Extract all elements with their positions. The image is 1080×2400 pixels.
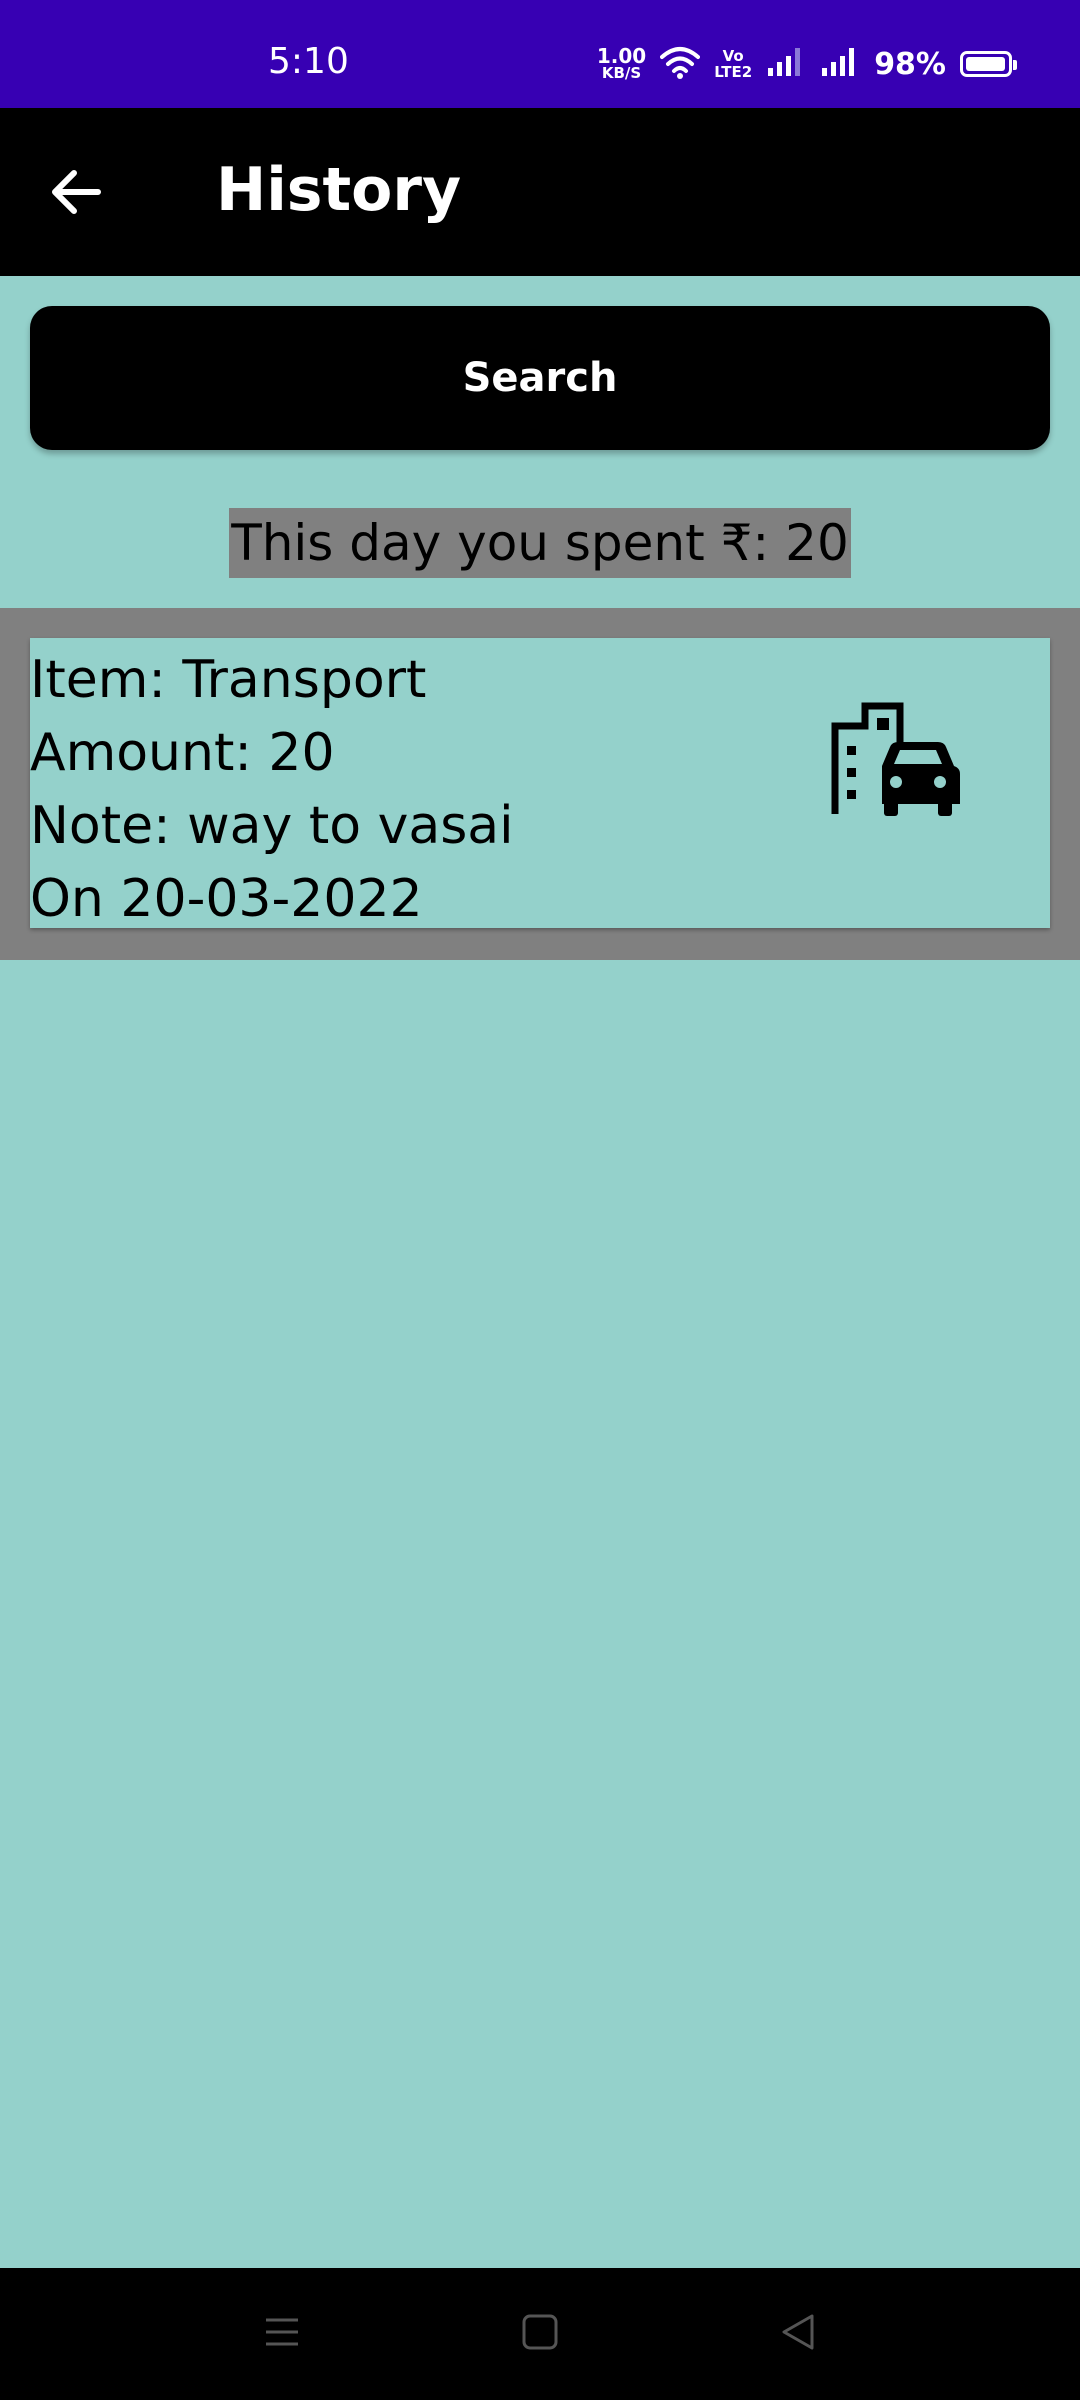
history-item-amount: Amount: 20 [30,723,335,783]
battery-icon [960,51,1017,77]
page-title: History [216,155,462,225]
list-item[interactable]: Item: Transport Amount: 20 Note: way to … [30,638,1050,929]
home-button[interactable] [510,2304,570,2364]
search-button[interactable]: Search [30,306,1050,450]
network-speed: 1.00 KB/S [596,44,647,82]
signal-1-icon [766,46,806,82]
history-item-note: Note: way to vasai [30,796,514,856]
city-car-icon [820,684,970,834]
volte-top: Vo [722,47,744,65]
status-time: 5:10 [268,41,349,82]
signal-2-icon [820,46,860,82]
menu-icon [262,2312,302,2356]
recents-button[interactable] [252,2304,312,2364]
home-square-icon [520,2312,560,2356]
battery-percent: 98% [874,46,946,82]
volte-bottom: LTE2 [714,63,753,81]
app-bar: History [0,108,1080,276]
history-item-date: On 20-03-2022 [30,869,423,929]
back-triangle-icon [778,2312,818,2356]
volte-indicator: Vo LTE2 [714,48,752,80]
battery-fill [966,57,1005,71]
history-item-details: Item: Transport Amount: 20 Note: way to … [30,644,514,936]
daily-total-text: This day you spent ₹: 20 [229,508,851,578]
network-speed-unit: KB/S [601,64,642,82]
system-nav-bar [0,2268,1080,2400]
summary-wrap: This day you spent ₹: 20 [0,508,1080,578]
wifi-icon [660,45,701,83]
system-back-button[interactable] [768,2304,828,2364]
network-speed-value: 1.00 [596,44,647,68]
arrow-left-icon [50,169,102,219]
status-icons: 1.00 KB/S Vo LTE2 98% [596,44,1017,84]
status-bar: 5:10 1.00 KB/S Vo LTE2 98% [0,0,1080,108]
history-list: Item: Transport Amount: 20 Note: way to … [0,608,1080,960]
back-button[interactable] [40,158,112,230]
history-item-name: Item: Transport [30,650,427,710]
